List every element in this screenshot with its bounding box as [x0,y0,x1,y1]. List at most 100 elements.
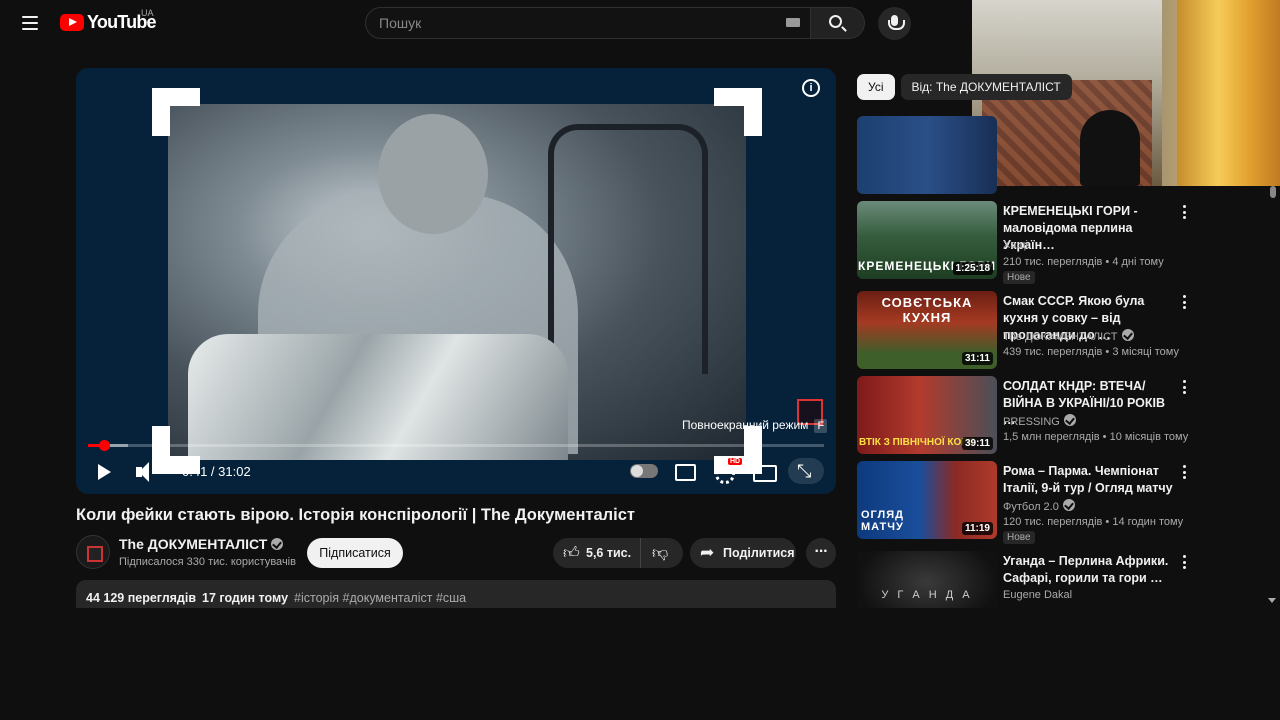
recommendation-item[interactable]: У Г А Н Д А Уганда – Перлина Африки. Саф… [857,551,1257,608]
recommendation-channel[interactable]: Футбол 2.0 [1003,499,1075,513]
video-duration: 1:25:18 [952,262,993,275]
recommendation-meta: 439 тис. переглядів • 3 місяці тому [1003,346,1179,358]
search-button[interactable] [811,7,865,39]
search-icon [829,15,842,28]
search-box [365,7,811,39]
scrubber-handle[interactable] [99,440,111,451]
recommendation-channel[interactable]: The ДОКУМЕНТАЛІСТ [1003,329,1134,343]
dislike-button[interactable]: 👎︎ [642,538,683,568]
recommendation-item[interactable]: КРЕМЕНЕЦЬКІ ГОРИ 1:25:18 КРЕМЕНЕЦЬКІ ГОР… [857,201,1257,284]
recommendation-item[interactable]: ВТІК З ПІВНІЧНОЇ КОРЕ 39:11 СОЛДАТ КНДР:… [857,376,1257,456]
hd-badge: HD [728,458,743,465]
new-badge: Нове [1003,271,1035,284]
tooltip-text: Повноекранний режим [682,418,809,432]
video-thumbnail[interactable] [857,116,997,194]
recommendation-channel[interactable]: Хащі [1003,239,1028,251]
recommendation-item[interactable]: СОВЄТСЬКА КУХНЯ 31:11 Смак СССР. Якою бу… [857,291,1257,371]
subscriber-count: Підписалося 330 тис. користувачів [119,556,296,568]
chip-all[interactable]: Усі [857,74,895,100]
recommendation-meta: 210 тис. переглядів • 4 дні тому [1003,256,1164,268]
share-icon: ➦ [700,543,715,562]
kebab-menu-icon[interactable] [1179,463,1189,481]
video-player[interactable]: i Повноекранний режим F 0:41 / 31:02 HD [76,68,836,494]
recommendation-channel-text[interactable]: Футбол 2.0 [1003,501,1059,513]
hamburger-menu-icon[interactable] [14,7,46,39]
youtube-play-icon [60,14,84,31]
info-icon[interactable]: i [802,79,820,97]
scrollbar-thumb[interactable] [1270,186,1276,198]
share-button[interactable]: ➦ Поділитися [690,538,796,568]
list-item[interactable] [857,116,1257,196]
recommendation-channel-text[interactable]: The ДОКУМЕНТАЛІСТ [1003,331,1118,343]
recommendation-title[interactable]: КРЕМЕНЕЦЬКІ ГОРИ - маловідома перлина Ук… [1003,203,1175,254]
like-button[interactable]: 👍︎ 5,6 тис. [553,538,641,568]
tooltip-shortcut: F [814,419,828,433]
like-dislike-group: 👍︎ 5,6 тис. 👎︎ [553,538,683,568]
thumb-down-icon: 👎︎ [652,545,669,562]
verified-icon [1121,329,1134,341]
theater-mode-icon[interactable] [750,458,778,486]
publish-date: 17 годин тому [202,591,289,605]
play-icon[interactable] [90,458,118,486]
time-display: 0:41 / 31:02 [182,464,251,479]
share-label: Поділитися [723,546,795,560]
video-thumbnail[interactable]: КРЕМЕНЕЦЬКІ ГОРИ 1:25:18 [857,201,997,279]
new-badge: Нове [1003,531,1035,544]
kebab-menu-icon[interactable] [1179,553,1189,571]
channel-name[interactable]: The ДОКУМЕНТАЛІСТ [119,536,284,552]
video-duration: 31:11 [961,352,993,365]
thumb-up-icon: 👍︎ [563,545,580,562]
volume-icon[interactable] [132,458,160,486]
hashtags[interactable]: #історія #документаліст #сша [294,591,466,605]
subscribe-button[interactable]: Підписатися [307,538,403,568]
verified-icon [1063,414,1076,426]
thumbnail-caption: У Г А Н Д А [881,589,973,601]
fullscreen-icon[interactable] [788,458,824,484]
video-thumbnail[interactable]: ВТІК З ПІВНІЧНОЇ КОРЕ 39:11 [857,376,997,454]
channel-name-text[interactable]: The ДОКУМЕНТАЛІСТ [119,536,267,552]
player-controls: 0:41 / 31:02 HD [76,456,836,486]
view-count: 44 129 переглядів [86,591,197,605]
video-duration: 11:19 [961,522,993,535]
subtitles-icon[interactable] [671,458,699,486]
recommendation-channel[interactable]: Eugene Dakal [1003,589,1072,601]
video-thumbnail[interactable]: ОГЛЯД МАТЧУ 11:19 [857,461,997,539]
video-duration: 39:11 [961,437,993,450]
channel-avatar[interactable] [76,535,110,569]
more-actions-button[interactable]: ··· [806,538,836,568]
voice-search-button[interactable] [878,7,911,40]
chip-from-channel[interactable]: Від: The ДОКУМЕНТАЛІСТ [900,74,1072,100]
video-thumbnail[interactable]: СОВЄТСЬКА КУХНЯ 31:11 [857,291,997,369]
recommendation-item[interactable]: ОГЛЯД МАТЧУ 11:19 Рома – Парма. Чемпіона… [857,461,1257,544]
keyboard-icon[interactable] [786,18,800,27]
filter-chips: Усі Від: The ДОКУМЕНТАЛІСТ [857,74,1072,100]
country-code: UA [141,8,154,18]
recommendation-meta: 1,5 млн переглядів • 10 місяців тому [1003,431,1189,443]
progress-bar[interactable] [88,440,824,451]
microphone-icon [888,15,905,30]
frame-corner [152,88,200,136]
thumbnail-caption: СОВЄТСЬКА КУХНЯ [881,295,973,325]
recommendation-meta: 120 тис. переглядів • 14 годин тому [1003,516,1184,528]
search-input[interactable] [366,8,810,38]
scroll-down-icon[interactable] [1268,598,1276,603]
youtube-logo[interactable]: YouTube UA [60,8,157,33]
recommendation-channel-text[interactable]: PRESSING [1003,416,1060,428]
description-box[interactable]: 44 129 переглядів 17 годин тому #історія #… [76,580,836,608]
frame-corner [714,88,762,136]
video-frame [168,104,746,460]
verified-icon [1062,499,1075,511]
kebab-menu-icon[interactable] [1179,293,1189,311]
fullscreen-tooltip: Повноекранний режим F [676,414,833,436]
recommendation-title[interactable]: Уганда – Перлина Африки. Сафарі, горили … [1003,553,1175,587]
recommendation-title[interactable]: Рома – Парма. Чемпіонат Італії, 9-й тур … [1003,463,1175,497]
like-count: 5,6 тис. [586,546,632,560]
verified-icon [271,538,284,550]
video-thumbnail[interactable]: У Г А Н Д А [857,551,997,608]
video-title: Коли фейки стають вірою. Історія конспір… [76,506,636,524]
thumbnail-caption: ОГЛЯД МАТЧУ [861,509,904,533]
kebab-menu-icon[interactable] [1179,203,1189,221]
kebab-menu-icon[interactable] [1179,378,1189,396]
autoplay-toggle[interactable] [630,464,658,478]
recommendation-channel[interactable]: PRESSING [1003,414,1076,428]
